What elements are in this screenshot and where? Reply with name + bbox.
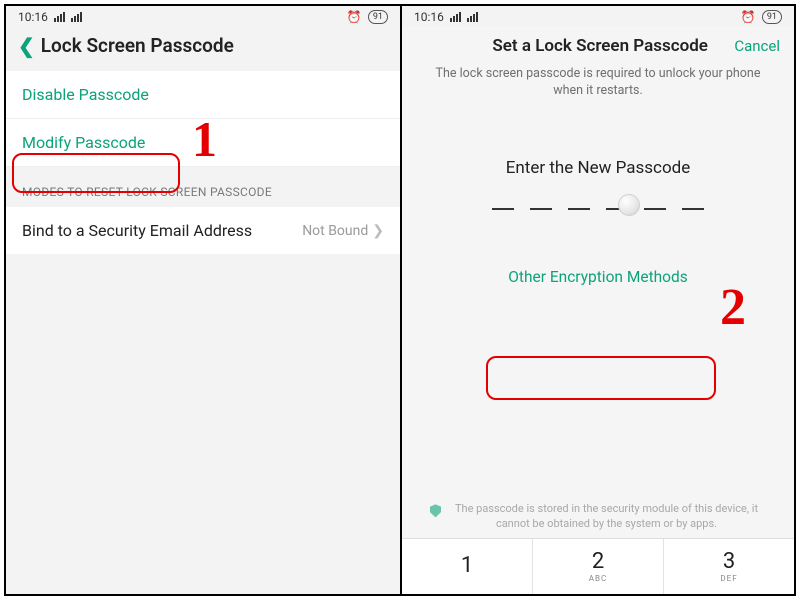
status-bar: 10:16 ⏰ 91	[402, 6, 794, 26]
bind-email-status: Not Bound ❯	[302, 223, 384, 239]
key-2[interactable]: 2 ABC	[533, 539, 664, 594]
disable-passcode-label: Disable Passcode	[22, 85, 149, 104]
bind-email-row[interactable]: Bind to a Security Email Address Not Bou…	[6, 207, 400, 254]
bind-email-label: Bind to a Security Email Address	[22, 221, 252, 240]
key-1[interactable]: 1	[402, 539, 533, 594]
key-3[interactable]: 3 DEF	[664, 539, 794, 594]
signal-icon	[71, 12, 82, 22]
key-letters: DEF	[720, 574, 737, 583]
title-bar: Set a Lock Screen Passcode Cancel	[402, 26, 794, 62]
title-bar: ❮ Lock Screen Passcode	[6, 26, 400, 71]
modify-passcode-row[interactable]: Modify Passcode	[6, 119, 400, 167]
back-icon[interactable]: ❮	[18, 36, 35, 56]
key-digit: 1	[461, 555, 473, 577]
shield-icon	[430, 504, 441, 517]
footnote: The passcode is stored in the security m…	[402, 502, 794, 532]
status-time: 10:16	[414, 10, 444, 24]
enter-passcode-label: Enter the New Passcode	[402, 158, 794, 178]
numeric-keypad: 1 2 ABC 3 DEF	[402, 538, 794, 594]
battery-icon: 91	[368, 10, 388, 24]
key-digit: 2	[592, 551, 604, 573]
cancel-button[interactable]: Cancel	[734, 37, 780, 55]
passcode-input[interactable]	[402, 206, 794, 210]
signal-icon	[54, 12, 65, 22]
alarm-icon: ⏰	[741, 10, 756, 24]
screen-set-passcode: 10:16 ⏰ 91 Set a Lock Screen Passcode Ca…	[400, 6, 794, 594]
key-letters: ABC	[589, 574, 607, 583]
footnote-text: The passcode is stored in the security m…	[447, 502, 766, 532]
passcode-cursor	[618, 194, 640, 216]
chevron-right-icon: ❯	[372, 223, 384, 239]
alarm-icon: ⏰	[347, 10, 362, 24]
battery-icon: 91	[762, 10, 782, 24]
screen-passcode-settings: 10:16 ⏰ 91 ❮ Lock Screen Passcode Disabl…	[6, 6, 400, 594]
page-title: Set a Lock Screen Passcode	[466, 36, 734, 56]
other-encryption-button[interactable]: Other Encryption Methods	[402, 268, 794, 286]
section-header: MODES TO RESET LOCK SCREEN PASSCODE	[6, 167, 400, 207]
key-digit: 3	[723, 551, 735, 573]
annotation-number-2: 2	[720, 278, 746, 337]
subtitle-text: The lock screen passcode is required to …	[402, 62, 794, 100]
page-title: Lock Screen Passcode	[41, 34, 234, 57]
status-time: 10:16	[18, 10, 48, 24]
annotation-box-2	[486, 356, 716, 400]
signal-icon	[467, 12, 478, 22]
signal-icon	[450, 12, 461, 22]
disable-passcode-row[interactable]: Disable Passcode	[6, 71, 400, 119]
modify-passcode-label: Modify Passcode	[22, 133, 145, 152]
status-bar: 10:16 ⏰ 91	[6, 6, 400, 26]
